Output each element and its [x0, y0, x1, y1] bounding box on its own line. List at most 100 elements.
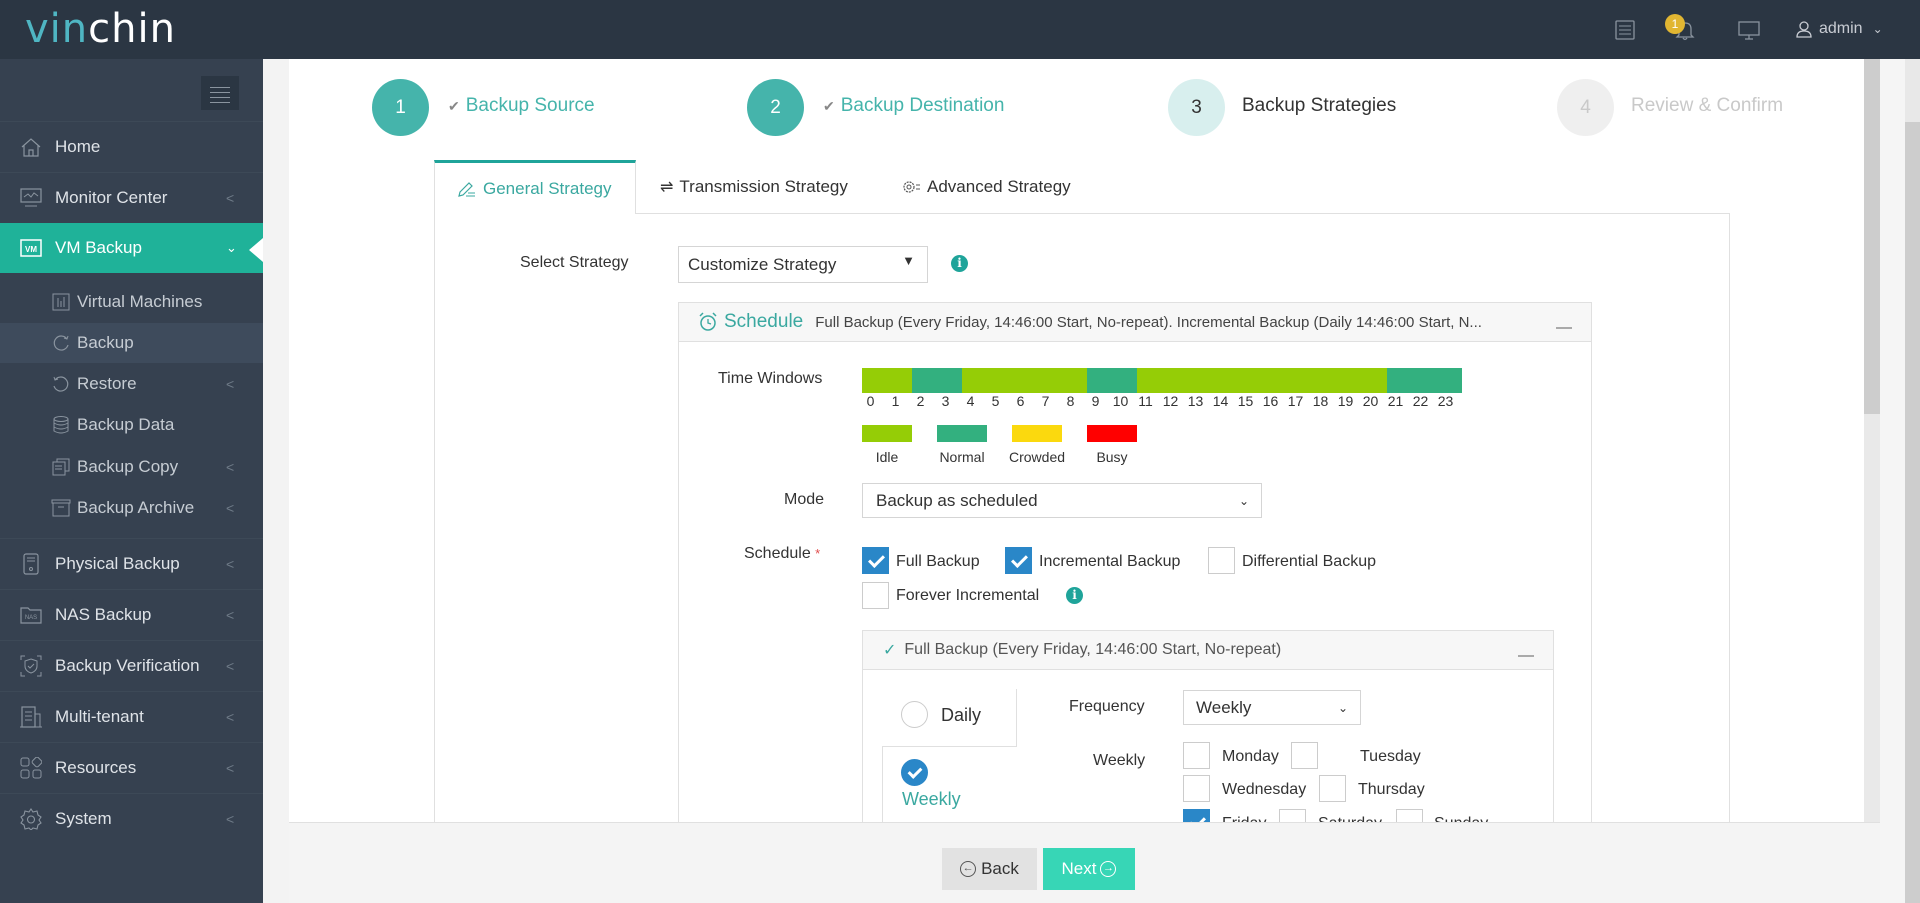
frequency-select[interactable]: Weekly ⌄ — [1183, 690, 1361, 725]
sidebar-item-home[interactable]: Home — [0, 122, 263, 172]
hour-tick-label: 13 — [1187, 393, 1204, 409]
sidebar-item-backup-verification[interactable]: Backup Verification < — [0, 641, 263, 691]
full-backup-label: Full Backup — [896, 553, 980, 570]
sidebar-subitem-backup-copy[interactable]: Backup Copy < — [0, 447, 263, 487]
hour-tick-label: 17 — [1287, 393, 1304, 409]
sidebar-subitem-restore[interactable]: Restore < — [0, 364, 263, 404]
time-window-hour-10-normal[interactable] — [1112, 368, 1137, 393]
sidebar-subitem-backup-archive[interactable]: Backup Archive < — [0, 488, 263, 528]
tuesday-label: Tuesday — [1360, 748, 1421, 765]
time-window-hour-22-normal[interactable] — [1412, 368, 1437, 393]
sidebar-item-label: Backup Verification — [55, 656, 200, 675]
sidebar-item-monitor-center[interactable]: Monitor Center < — [0, 173, 263, 223]
time-window-hour-4-idle[interactable] — [962, 368, 987, 393]
sidebar-item-nas-backup[interactable]: NAS NAS Backup < — [0, 590, 263, 640]
time-window-hour-5-idle[interactable] — [987, 368, 1012, 393]
hour-tick-label: 7 — [1041, 393, 1050, 409]
time-window-hour-17-idle[interactable] — [1287, 368, 1312, 393]
step-label-text: Backup Source — [465, 95, 595, 116]
time-window-hour-8-idle[interactable] — [1062, 368, 1087, 393]
differential-backup-checkbox[interactable] — [1208, 547, 1235, 574]
time-window-hour-20-idle[interactable] — [1362, 368, 1387, 393]
time-window-hour-13-idle[interactable] — [1187, 368, 1212, 393]
info-icon[interactable]: i — [951, 255, 968, 272]
info-icon[interactable]: i — [1066, 587, 1083, 604]
time-window-hour-12-idle[interactable] — [1162, 368, 1187, 393]
wednesday-checkbox[interactable] — [1183, 775, 1210, 802]
daily-label: Daily — [941, 705, 982, 725]
incremental-backup-checkbox[interactable] — [1005, 547, 1032, 574]
hour-tick-label: 14 — [1212, 393, 1229, 409]
step-1-label[interactable]: ✔ Backup Source — [448, 95, 595, 117]
chevron-left-icon: < — [226, 811, 235, 827]
time-window-hour-6-idle[interactable] — [1012, 368, 1037, 393]
sidebar-subitem-backup[interactable]: Backup — [0, 323, 263, 363]
time-window-hour-15-idle[interactable] — [1237, 368, 1262, 393]
hour-tick-label: 2 — [916, 393, 925, 409]
physical-server-icon — [23, 553, 39, 575]
monday-checkbox[interactable] — [1183, 742, 1210, 769]
back-button[interactable]: ← Back — [942, 848, 1037, 890]
sidebar-toggle-button[interactable] — [201, 76, 239, 110]
forever-incremental-checkbox[interactable] — [862, 582, 889, 609]
hour-tick-label: 0 — [866, 393, 875, 409]
task-list-icon[interactable] — [1613, 18, 1637, 42]
tab-advanced-strategy[interactable]: Advanced Strategy — [901, 160, 1071, 214]
tab-transmission-strategy[interactable]: ⇌ Transmission Strategy — [660, 160, 848, 214]
tab-label: General Strategy — [483, 178, 612, 198]
weekly-radio-label: Weekly — [902, 789, 961, 809]
schedule-panel-header[interactable]: Schedule Full Backup (Every Friday, 14:4… — [678, 302, 1592, 342]
alarm-clock-icon — [699, 312, 717, 331]
daily-radio[interactable] — [901, 701, 928, 728]
chevron-left-icon: < — [226, 556, 235, 572]
time-window-hour-1-idle[interactable] — [887, 368, 912, 393]
collapse-icon[interactable] — [1556, 327, 1572, 329]
user-menu[interactable]: admin ⌄ — [1795, 20, 1883, 38]
time-window-hour-9-normal[interactable] — [1087, 368, 1112, 393]
legend-label-crowded: Crowded — [1008, 449, 1066, 465]
mode-select[interactable]: Backup as scheduled ⌄ — [862, 483, 1262, 518]
full-backup-panel-header[interactable]: ✓ Full Backup (Every Friday, 14:46:00 St… — [862, 630, 1554, 670]
time-window-hour-23-normal[interactable] — [1437, 368, 1462, 393]
sidebar-item-vm-backup[interactable]: VM VM Backup ⌄ — [0, 223, 263, 273]
next-button[interactable]: Next → — [1043, 848, 1135, 890]
time-window-hour-0-idle[interactable] — [862, 368, 887, 393]
time-window-hour-16-idle[interactable] — [1262, 368, 1287, 393]
thursday-checkbox[interactable] — [1319, 775, 1346, 802]
collapse-icon[interactable] — [1518, 655, 1534, 657]
monitor-icon[interactable] — [1737, 18, 1761, 42]
thursday-label: Thursday — [1358, 781, 1425, 798]
time-window-hour-11-idle[interactable] — [1137, 368, 1162, 393]
strategy-select[interactable]: Customize Strategy ▼ — [678, 246, 928, 283]
sidebar-subitem-virtual-machines[interactable]: Virtual Machines — [0, 282, 263, 322]
step-2-label[interactable]: ✔ Backup Destination — [823, 95, 1004, 117]
sidebar-item-multi-tenant[interactable]: Multi-tenant < — [0, 692, 263, 742]
tuesday-checkbox[interactable] — [1291, 742, 1318, 769]
time-window-hour-18-idle[interactable] — [1312, 368, 1337, 393]
svg-text:VM: VM — [25, 245, 37, 254]
legend-label-busy: Busy — [1096, 449, 1128, 465]
vinchin-logo[interactable]: vinchin — [25, 6, 176, 52]
schedule-label: Schedule * — [744, 545, 820, 563]
legend-swatch-crowded — [1012, 425, 1062, 442]
time-window-hour-3-normal[interactable] — [937, 368, 962, 393]
time-window-hour-21-normal[interactable] — [1387, 368, 1412, 393]
sidebar-item-system[interactable]: System < — [0, 794, 263, 844]
hour-tick-label: 5 — [991, 393, 1000, 409]
tab-label: Advanced Strategy — [927, 177, 1071, 196]
time-window-hour-2-normal[interactable] — [912, 368, 937, 393]
content-scrollbar-thumb[interactable] — [1864, 59, 1880, 414]
time-window-hour-14-idle[interactable] — [1212, 368, 1237, 393]
time-window-hour-7-idle[interactable] — [1037, 368, 1062, 393]
page-scrollbar-thumb[interactable] — [1905, 122, 1920, 903]
full-backup-checkbox[interactable] — [862, 547, 889, 574]
sidebar-subitem-backup-data[interactable]: Backup Data — [0, 405, 263, 445]
sidebar-item-physical-backup[interactable]: Physical Backup < — [0, 539, 263, 589]
time-window-hour-19-idle[interactable] — [1337, 368, 1362, 393]
tab-general-strategy[interactable]: General Strategy — [434, 160, 636, 214]
sidebar-item-resources[interactable]: Resources < — [0, 743, 263, 793]
weekly-radio[interactable] — [901, 759, 928, 786]
step-1-circle: 1 — [372, 79, 429, 136]
hour-tick-label: 16 — [1262, 393, 1279, 409]
database-icon — [53, 416, 69, 434]
